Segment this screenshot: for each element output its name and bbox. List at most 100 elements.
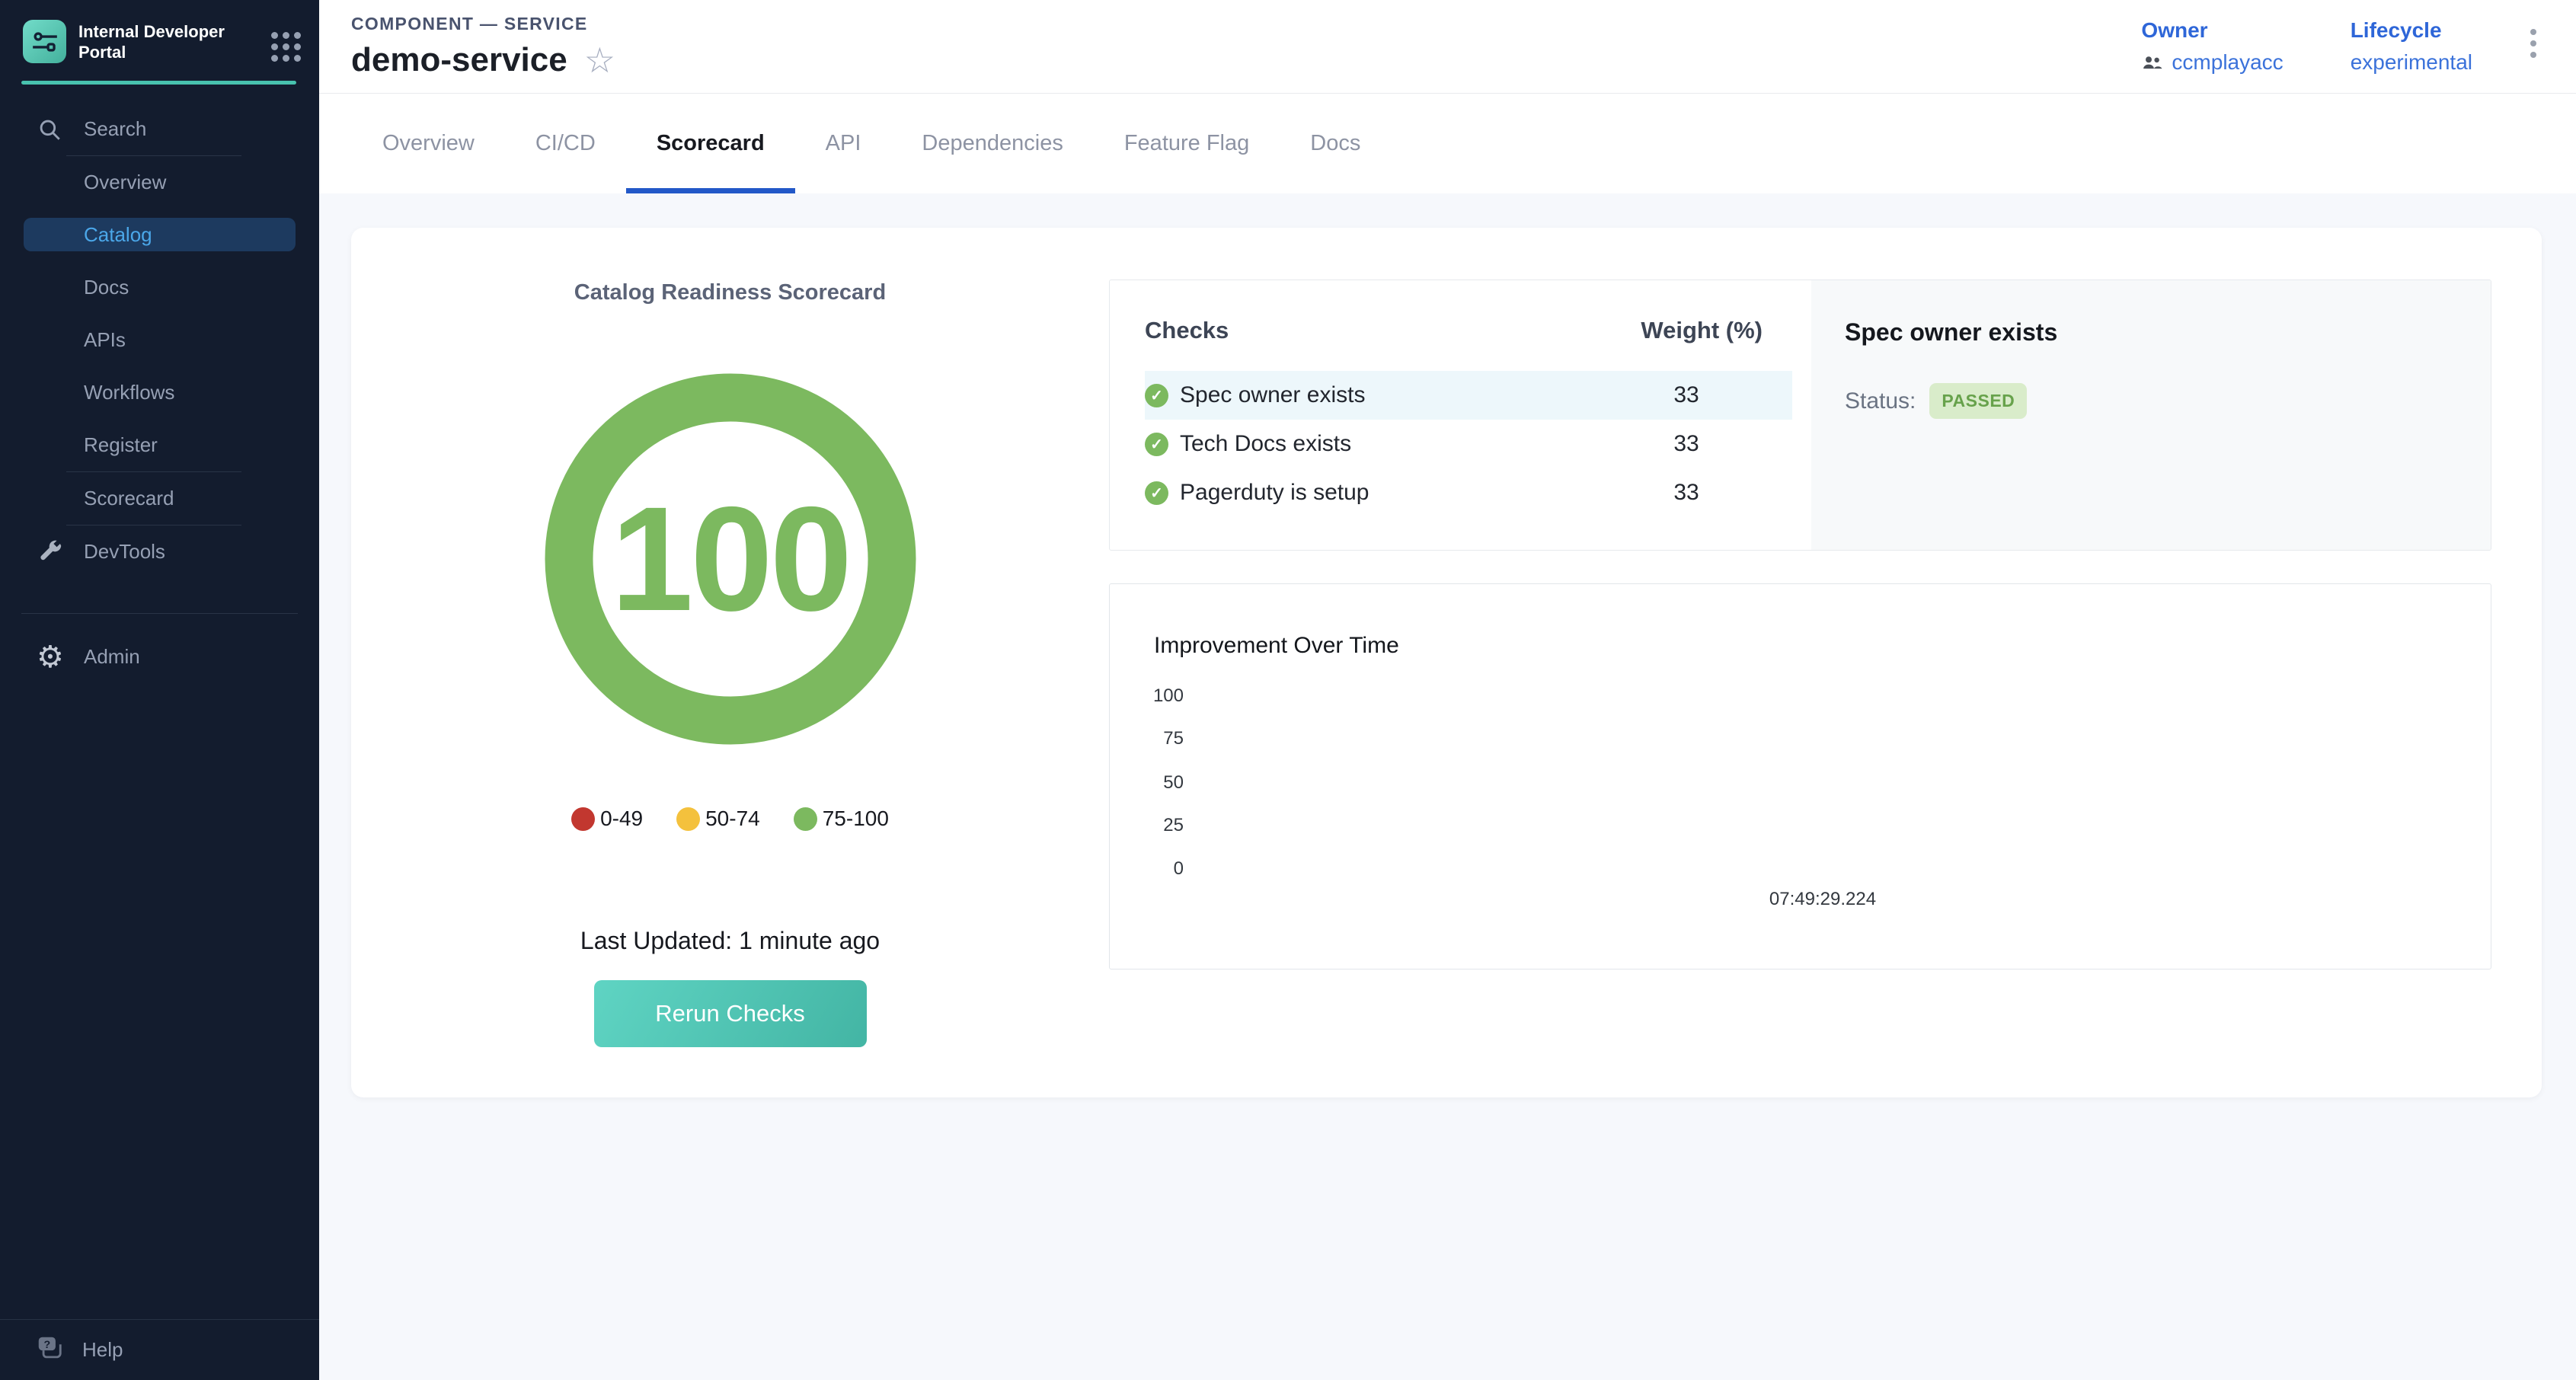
entity-identity: COMPONENT — SERVICE demo-service ☆ — [351, 14, 615, 79]
score-gauge: 100 — [544, 372, 917, 746]
legend-green-dot — [794, 807, 817, 831]
help-chat-icon: ? — [35, 1334, 82, 1366]
owner-value: ccmplayacc — [2172, 50, 2283, 75]
check-passed-icon: ✓ — [1145, 433, 1168, 456]
legend-item-low: 0-49 — [571, 807, 643, 831]
lifecycle-label: Lifecycle — [2351, 18, 2472, 43]
check-name: Spec owner exists — [1180, 382, 1365, 408]
page-title: demo-service — [351, 41, 567, 79]
sidebar-item-label: Register — [84, 433, 158, 457]
sidebar-footer: ? Help — [0, 1319, 319, 1380]
sidebar-divider — [21, 613, 298, 614]
sidebar-item-apis[interactable]: APIs — [0, 314, 319, 366]
tab-dependencies[interactable]: Dependencies — [891, 94, 1093, 193]
sidebar: Internal Developer Portal Search Overvie… — [0, 0, 319, 1380]
brand: Internal Developer Portal — [0, 0, 319, 63]
sidebar-item-label: Catalog — [84, 223, 152, 247]
check-detail-title: Spec owner exists — [1845, 318, 2457, 347]
more-options-kebab-icon[interactable] — [2524, 18, 2542, 69]
checks-header-label: Checks — [1145, 317, 1610, 344]
main-area: COMPONENT — SERVICE demo-service ☆ Owner — [319, 0, 2576, 1380]
owner-label: Owner — [2141, 18, 2283, 43]
people-icon — [2141, 51, 2164, 74]
app-window: Internal Developer Portal Search Overvie… — [0, 0, 2576, 1380]
tab-feature-flag[interactable]: Feature Flag — [1094, 94, 1280, 193]
tab-cicd[interactable]: CI/CD — [505, 94, 626, 193]
wrench-icon — [37, 538, 84, 566]
sidebar-item-label: Docs — [84, 276, 129, 299]
search-icon — [37, 117, 84, 142]
lifecycle-block: Lifecycle experimental — [2351, 18, 2472, 75]
scorecard-content: Catalog Readiness Scorecard 100 0-49 — [319, 193, 2576, 1380]
gauge-column: Catalog Readiness Scorecard 100 0-49 — [351, 228, 1109, 1097]
checks-table: Checks Weight (%) ✓ Spec owner exists 33 — [1110, 280, 1811, 550]
check-row-tech-docs[interactable]: ✓ Tech Docs exists 33 — [1145, 420, 1792, 468]
check-weight: 33 — [1610, 431, 1763, 457]
sidebar-item-scorecard[interactable]: Scorecard — [0, 472, 319, 525]
status-label: Status: — [1845, 388, 1916, 414]
sidebar-item-label: APIs — [84, 328, 126, 352]
tab-overview[interactable]: Overview — [352, 94, 505, 193]
owner-link[interactable]: ccmplayacc — [2141, 50, 2283, 75]
sidebar-item-workflows[interactable]: Workflows — [0, 366, 319, 419]
entity-header: COMPONENT — SERVICE demo-service ☆ Owner — [319, 0, 2576, 94]
legend-yellow-dot — [676, 807, 700, 831]
sidebar-item-label: Help — [82, 1338, 123, 1362]
score-value: 100 — [544, 372, 917, 746]
brand-title: Internal Developer Portal — [78, 20, 271, 62]
y-axis-tick: 50 — [1130, 772, 1184, 794]
check-name: Tech Docs exists — [1180, 431, 1351, 457]
check-weight: 33 — [1610, 480, 1763, 506]
score-legend: 0-49 50-74 75-100 — [571, 807, 889, 831]
y-axis-tick: 100 — [1130, 685, 1184, 707]
sidebar-nav: Overview Catalog Docs APIs Workflows Reg… — [0, 156, 319, 471]
tab-api[interactable]: API — [795, 94, 892, 193]
x-axis-tick: 07:49:29.224 — [1716, 889, 1929, 910]
checks-column: Checks Weight (%) ✓ Spec owner exists 33 — [1109, 280, 2491, 970]
sidebar-item-catalog[interactable]: Catalog — [24, 218, 296, 251]
y-axis-tick: 0 — [1130, 858, 1184, 880]
status-badge: PASSED — [1929, 383, 2027, 419]
portal-logo-icon — [23, 20, 66, 63]
sidebar-item-label: Admin — [84, 645, 140, 669]
scorecard-title: Catalog Readiness Scorecard — [574, 280, 886, 305]
rerun-checks-button[interactable]: Rerun Checks — [594, 980, 867, 1047]
y-axis-tick: 75 — [1130, 728, 1184, 749]
svg-text:?: ? — [43, 1339, 50, 1351]
sidebar-item-register[interactable]: Register — [0, 419, 319, 471]
check-row-pagerduty[interactable]: ✓ Pagerduty is setup 33 — [1145, 468, 1792, 517]
legend-item-mid: 50-74 — [676, 807, 760, 831]
entity-tabs: Overview CI/CD Scorecard API Dependencie… — [319, 94, 2576, 193]
favorite-star-icon[interactable]: ☆ — [584, 43, 615, 78]
checks-table-header: Checks Weight (%) — [1145, 280, 1792, 371]
check-passed-icon: ✓ — [1145, 481, 1168, 505]
y-axis-tick: 25 — [1130, 815, 1184, 836]
apps-grid-icon[interactable] — [271, 32, 301, 62]
tab-docs[interactable]: Docs — [1280, 94, 1391, 193]
check-row-spec-owner[interactable]: ✓ Spec owner exists 33 — [1145, 371, 1792, 420]
scorecard-card: Catalog Readiness Scorecard 100 0-49 — [351, 228, 2542, 1097]
chart-title: Improvement Over Time — [1154, 633, 1399, 659]
lifecycle-value: experimental — [2351, 50, 2472, 75]
sidebar-item-label: DevTools — [84, 540, 165, 564]
owner-block: Owner ccmplayacc — [2141, 18, 2283, 75]
sidebar-search[interactable]: Search — [0, 103, 319, 155]
sidebar-item-label: Scorecard — [84, 487, 174, 510]
check-passed-icon: ✓ — [1145, 384, 1168, 407]
sidebar-item-docs[interactable]: Docs — [0, 261, 319, 314]
weight-header-label: Weight (%) — [1610, 317, 1763, 344]
sidebar-item-label: Overview — [84, 171, 166, 194]
last-updated-text: Last Updated: 1 minute ago — [580, 927, 880, 955]
sidebar-item-label: Workflows — [84, 381, 174, 404]
sidebar-search-label: Search — [84, 117, 146, 141]
checks-panel: Checks Weight (%) ✓ Spec owner exists 33 — [1109, 280, 2491, 551]
check-name: Pagerduty is setup — [1180, 480, 1369, 506]
breadcrumb: COMPONENT — SERVICE — [351, 14, 615, 34]
tab-scorecard[interactable]: Scorecard — [626, 94, 795, 193]
sidebar-item-admin[interactable]: ⚙ Admin — [0, 631, 319, 683]
check-weight: 33 — [1610, 382, 1763, 408]
sidebar-item-devtools[interactable]: DevTools — [0, 525, 319, 578]
sidebar-item-overview[interactable]: Overview — [0, 156, 319, 209]
improvement-chart: Improvement Over Time 100 75 50 25 0 07:… — [1109, 583, 2491, 970]
sidebar-item-help[interactable]: Help — [82, 1338, 123, 1362]
